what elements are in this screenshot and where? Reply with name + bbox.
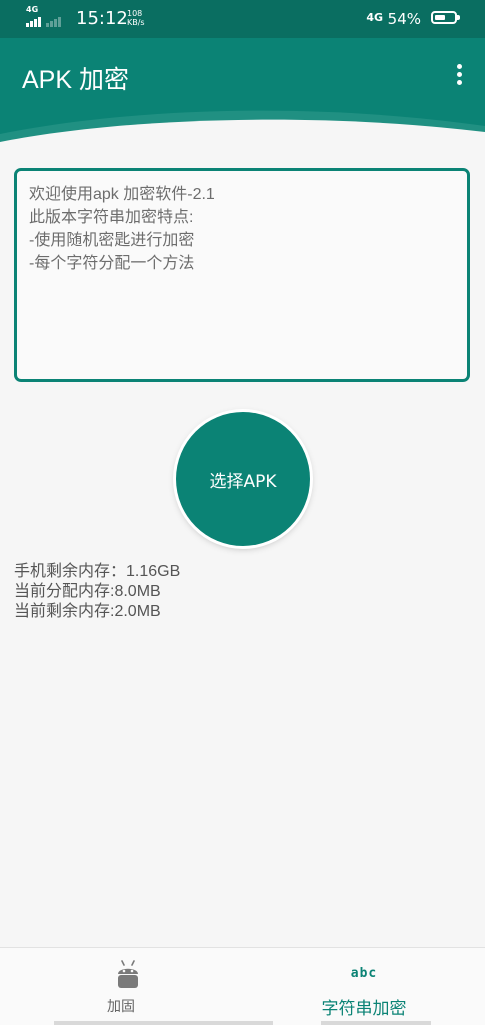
description-line: -使用随机密匙进行加密 [29,232,195,249]
abc-icon: abc [350,966,378,981]
battery-percent: 54% [387,10,421,28]
bottom-navigation: 加固 abc 字符串加密 [0,947,485,1025]
overflow-menu-icon[interactable] [455,64,463,88]
allocated-memory-text: 当前分配内存:8.0MB [14,583,161,600]
description-text-area[interactable]: 欢迎使用apk 加密软件-2.1 此版本字符串加密特点: -使用随机密匙进行加密… [14,168,470,382]
signal-icon [26,15,71,27]
select-apk-button[interactable]: 选择APK [176,412,310,546]
page-title: APK 加密 [22,66,129,94]
clock: 15:12 [76,8,128,29]
app-bar: APK 加密 [0,38,485,142]
nav-label-string-encrypt: 字符串加密 [321,999,407,1019]
nav-divider [163,1021,273,1025]
description-line: -每个字符分配一个方法 [29,255,195,272]
network-speed-value: 108 [127,9,143,18]
network-speed: 108 KB/s [127,9,145,27]
nav-item-harden[interactable]: 加固 [0,948,242,1025]
description-line: 欢迎使用apk 加密软件-2.1 [29,186,215,203]
nav-divider [54,1021,164,1025]
nav-divider [321,1021,431,1025]
header-wave [0,110,485,142]
network-type-left: 4G [26,5,39,14]
free-memory-text: 手机剩余内存：1.16GB [14,563,181,580]
status-bar: 4G 15:12 108 KB/s 4G 54% [0,0,485,38]
nav-item-string-encrypt[interactable]: abc 字符串加密 [163,948,485,1025]
battery-icon [431,11,460,24]
memory-info: 手机剩余内存：1.16GB 当前分配内存:8.0MB 当前剩余内存:2.0MB [14,562,180,622]
remaining-memory-text: 当前剩余内存:2.0MB [14,603,161,620]
network-speed-unit: KB/s [127,18,145,27]
android-icon [118,960,138,988]
nav-label-harden: 加固 [107,999,135,1015]
description-line: 此版本字符串加密特点: [29,209,194,226]
network-type-right: 4G [366,11,383,24]
